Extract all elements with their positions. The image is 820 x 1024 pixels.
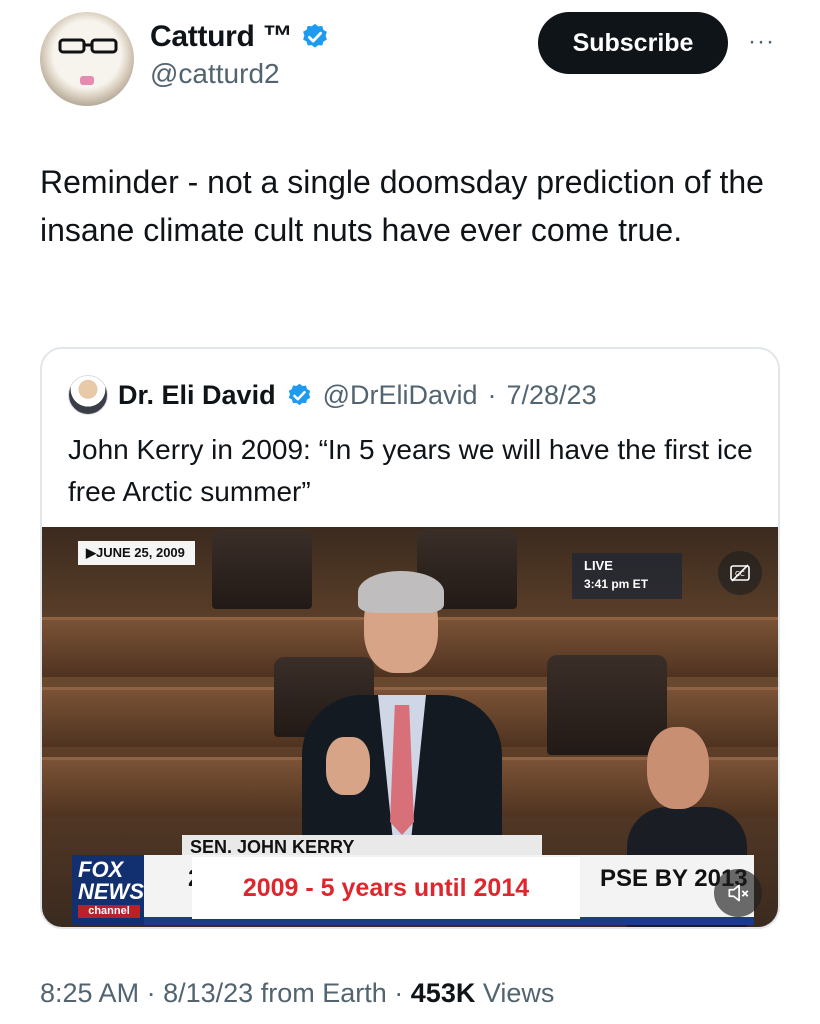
live-indicator: LIVE 3:41 pm ET — [572, 553, 682, 599]
author-display-name[interactable]: Catturd ™ — [150, 20, 293, 54]
tweet-header: Catturd ™ @catturd2 Subscribe ··· — [40, 12, 780, 108]
author-display-name-row[interactable]: Catturd ™ — [150, 20, 330, 54]
lower-third-name: SEN. JOHN KERRY — [182, 835, 542, 857]
live-label: LIVE — [584, 558, 613, 573]
quoted-tweet-card[interactable]: Dr. Eli David @DrEliDavid · 7/28/23 John… — [40, 347, 780, 929]
captions-icon: CC — [730, 564, 750, 582]
quoted-author-name[interactable]: Dr. Eli David — [118, 380, 276, 411]
author-name-block: Catturd ™ @catturd2 — [150, 20, 330, 90]
quoted-tweet-date[interactable]: 7/28/23 — [507, 380, 597, 411]
speaker-hand — [326, 737, 370, 795]
captions-button[interactable]: CC — [718, 551, 762, 595]
overlay-caption: 2009 - 5 years until 2014 — [192, 857, 580, 919]
network-logo: FOX NEWS channel — [72, 855, 144, 925]
live-time: 3:41 pm ET — [584, 577, 649, 591]
quoted-tweet-text: John Kerry in 2009: “In 5 years we will … — [68, 434, 753, 507]
subscribe-button[interactable]: Subscribe — [538, 12, 728, 74]
background-person-head — [647, 727, 709, 809]
meta-separator: · — [487, 379, 497, 410]
bow-tie-icon — [80, 76, 94, 85]
video-player[interactable]: ▶JUNE 25, 2009 LIVE 3:41 pm ET CC SEN. J… — [42, 527, 778, 927]
tweet-time[interactable]: 8:25 AM — [40, 978, 139, 1008]
tweet-date[interactable]: 8/13/23 — [163, 978, 253, 1008]
quoted-author-handle[interactable]: @DrEliDavid — [323, 380, 478, 411]
muted-speaker-icon — [728, 884, 749, 902]
author-avatar[interactable] — [40, 12, 134, 106]
meta-separator: · — [146, 978, 156, 1008]
quoted-tweet-header: Dr. Eli David @DrEliDavid · 7/28/23 — [68, 375, 597, 415]
network-logo-bottom: channel — [78, 905, 140, 918]
meta-separator: · — [394, 978, 404, 1008]
quoted-author-avatar[interactable] — [68, 375, 108, 415]
video-date-chip: ▶JUNE 25, 2009 — [78, 541, 195, 565]
network-logo-mid: NEWS — [78, 879, 144, 904]
speaker-hair — [358, 571, 444, 613]
more-options-icon[interactable]: ··· — [748, 28, 775, 56]
glasses-icon — [58, 38, 118, 54]
verified-badge-icon — [288, 383, 310, 405]
views-count[interactable]: 453K — [411, 978, 476, 1008]
views-label[interactable]: Views — [483, 978, 555, 1008]
mute-button[interactable] — [714, 869, 762, 917]
author-handle[interactable]: @catturd2 — [150, 58, 330, 90]
tweet-text: Reminder - not a single doomsday predict… — [40, 164, 764, 248]
svg-text:CC: CC — [735, 570, 745, 578]
verified-badge-icon — [303, 23, 328, 48]
tweet-meta: 8:25 AM · 8/13/23 from Earth · 453K View… — [40, 978, 554, 1009]
tweet-source: from Earth — [260, 978, 387, 1008]
